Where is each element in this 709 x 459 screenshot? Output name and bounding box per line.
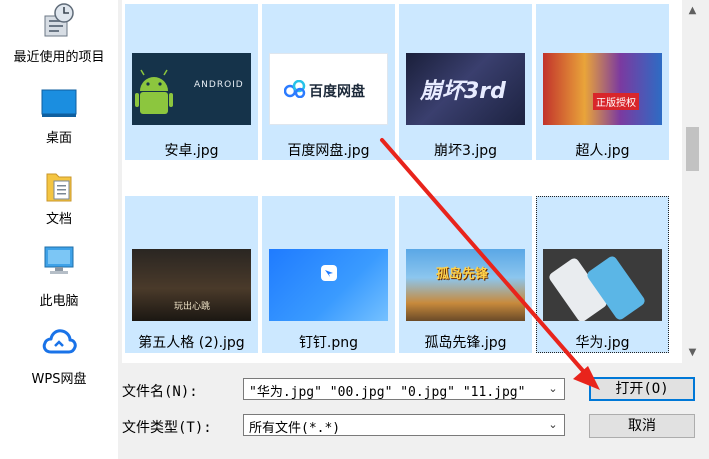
scroll-down-icon[interactable]: ▼ xyxy=(684,344,701,361)
file-thumbnail: 崩坏3rd xyxy=(406,53,525,125)
huawei-phone-image xyxy=(543,249,662,321)
file-tile[interactable]: 华为.jpg xyxy=(536,196,669,353)
filename-label: 文件名(N): xyxy=(122,384,198,400)
filetype-select[interactable]: 所有文件(*.*) ⌄ xyxy=(243,414,565,436)
thumb-text: 孤岛先锋 xyxy=(436,267,489,282)
baidu-netdisk-logo-icon xyxy=(284,80,306,98)
file-name: 崩坏3.jpg xyxy=(433,143,498,159)
nav-item-wps-cloud[interactable]: WPS网盘 xyxy=(0,322,118,388)
open-button[interactable]: 打开(O) xyxy=(589,377,695,401)
file-thumbnail: 正版授权 xyxy=(543,53,662,125)
thumb-text: 崩坏3rd xyxy=(420,79,506,104)
file-tile[interactable]: 孤岛先锋 孤岛先锋.jpg xyxy=(399,196,532,353)
file-name: 钉钉.png xyxy=(298,335,359,351)
file-thumbnail xyxy=(269,249,388,321)
filename-value[interactable]: "华为.jpg" "00.jpg" "0.jpg" "11.jpg" xyxy=(249,381,525,400)
filename-input[interactable]: "华为.jpg" "00.jpg" "0.jpg" "11.jpg" ⌄ xyxy=(243,378,565,400)
file-tile[interactable]: 玩出心跳 第五人格 (2).jpg xyxy=(125,196,258,353)
thumb-text: 玩出心跳 xyxy=(174,302,211,312)
nav-label-desktop: 桌面 xyxy=(45,131,72,146)
file-name: 超人.jpg xyxy=(575,143,630,159)
file-name: 安卓.jpg xyxy=(164,143,219,159)
file-list[interactable]: ANDROID 安卓.jpg 百度网盘 百度网盘.jpg 崩坏3rd 崩坏3.j… xyxy=(122,0,682,363)
file-tile[interactable]: 钉钉.png xyxy=(262,196,395,353)
file-name: 孤岛先锋.jpg xyxy=(424,335,507,351)
this-pc-icon xyxy=(44,246,74,274)
file-name: 百度网盘.jpg xyxy=(287,143,370,159)
dingtalk-logo-icon xyxy=(321,265,337,281)
filetype-value: 所有文件(*.*) xyxy=(249,421,341,436)
desktop-icon xyxy=(41,89,77,117)
file-thumbnail: 孤岛先锋 xyxy=(406,249,525,321)
nav-label-this-pc: 此电脑 xyxy=(39,294,79,309)
file-thumbnail: ANDROID xyxy=(132,53,251,125)
file-tile[interactable]: 正版授权 超人.jpg xyxy=(536,4,669,160)
nav-label-wps-cloud: WPS网盘 xyxy=(31,372,87,387)
file-thumbnail: 百度网盘 xyxy=(269,53,388,125)
thumb-text: 百度网盘 xyxy=(309,84,365,100)
file-thumbnail xyxy=(543,249,662,321)
file-thumbnail: 玩出心跳 xyxy=(132,249,251,321)
file-tile[interactable]: ANDROID 安卓.jpg xyxy=(125,4,258,160)
scrollbar-thumb[interactable] xyxy=(686,127,699,171)
thumb-text: ANDROID xyxy=(194,80,244,90)
file-name: 第五人格 (2).jpg xyxy=(138,335,245,351)
nav-item-recent[interactable]: 最近使用的项目 xyxy=(0,0,118,70)
nav-label-recent: 最近使用的项目 xyxy=(13,50,105,65)
filetype-label: 文件类型(T): xyxy=(122,420,212,436)
vertical-scrollbar[interactable]: ▲ ▼ xyxy=(684,0,701,363)
nav-item-this-pc[interactable]: 此电脑 xyxy=(0,240,118,310)
file-tile[interactable]: 崩坏3rd 崩坏3.jpg xyxy=(399,4,532,160)
chevron-down-icon[interactable]: ⌄ xyxy=(546,415,560,435)
navigation-pane: 最近使用的项目 桌面 文档 此电脑 WPS网盘 xyxy=(0,0,118,459)
scroll-up-icon[interactable]: ▲ xyxy=(684,2,701,19)
documents-icon xyxy=(46,173,72,202)
nav-label-documents: 文档 xyxy=(45,212,72,227)
file-name: 华为.jpg xyxy=(575,335,630,351)
file-tile[interactable]: 百度网盘 百度网盘.jpg xyxy=(262,4,395,160)
thumb-text: 正版授权 xyxy=(593,93,639,110)
chevron-down-icon[interactable]: ⌄ xyxy=(546,379,560,399)
nav-item-documents[interactable]: 文档 xyxy=(0,160,118,230)
recent-items-icon xyxy=(44,3,74,37)
wps-cloud-icon xyxy=(42,329,77,354)
nav-item-desktop[interactable]: 桌面 xyxy=(0,82,118,146)
cancel-button[interactable]: 取消 xyxy=(589,414,695,438)
